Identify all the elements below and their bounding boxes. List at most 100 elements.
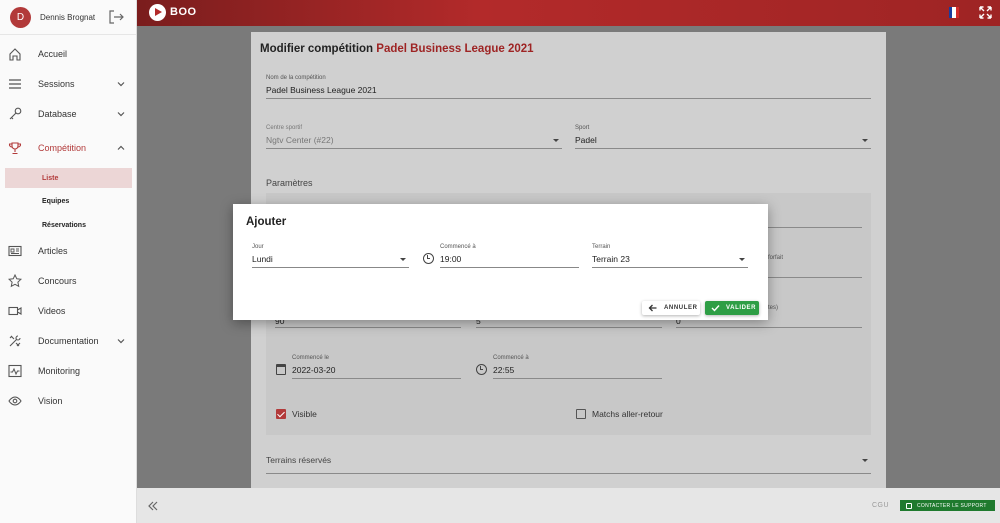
- calendar-icon: [276, 364, 286, 375]
- tools-icon: [9, 335, 21, 347]
- center-label: Centre sportif: [266, 125, 303, 131]
- logout-icon[interactable]: [108, 10, 124, 24]
- user-name: Dennis Brognat: [40, 12, 96, 22]
- validate-button-label: VALIDER: [726, 305, 757, 311]
- app-logo[interactable]: [149, 4, 166, 21]
- matchs-aller-retour-label: Matchs aller-retour: [592, 409, 663, 419]
- support-button[interactable]: CONTACTER LE SUPPORT: [900, 500, 995, 511]
- chevron-down-icon: [117, 112, 125, 117]
- competition-name-underline: [266, 98, 871, 99]
- time-label: Commencé à: [440, 244, 476, 250]
- add-dialog: Ajouter Jour Lundi Commencé à 19:00 Terr…: [233, 204, 768, 320]
- reserved-fields-underline: [266, 473, 871, 474]
- star-icon: [8, 274, 22, 288]
- chevron-down-icon: [862, 459, 868, 462]
- sidebar-item-monitoring[interactable]: Monitoring: [0, 359, 136, 383]
- reserved-fields-select[interactable]: Terrains réservés: [266, 455, 331, 465]
- sidebar-item-label: Vision: [38, 396, 63, 406]
- clock-icon: [423, 253, 434, 264]
- monitoring-icon: [8, 364, 22, 378]
- cancel-button-label: ANNULER: [664, 305, 698, 311]
- forfait-underline: [768, 277, 862, 278]
- chevron-up-icon: [117, 145, 125, 150]
- sidebar-item-sessions[interactable]: Sessions: [0, 72, 136, 96]
- menu-icon: [9, 79, 21, 89]
- time-input[interactable]: 19:00: [440, 254, 461, 264]
- minutes-label: tes): [768, 305, 779, 311]
- sidebar-subitem-reservations[interactable]: Réservations: [5, 215, 132, 235]
- page-title: Modifier compétition Padel Business Leag…: [260, 43, 534, 55]
- param-a-underline: [275, 327, 461, 328]
- flag-icon[interactable]: [949, 7, 959, 18]
- clock-icon: [476, 364, 487, 375]
- sidebar-item-articles[interactable]: Articles: [0, 239, 136, 263]
- start-time-underline: [493, 378, 662, 379]
- key-icon: [9, 107, 22, 120]
- sidebar-item-accueil[interactable]: Accueil: [0, 42, 136, 66]
- sidebar-item-competition[interactable]: Compétition: [0, 136, 136, 160]
- forfait-label: forfait: [768, 255, 784, 261]
- top-bar: BOO: [137, 0, 1000, 26]
- start-date-underline: [292, 378, 461, 379]
- home-icon: [9, 48, 21, 61]
- competition-name-input[interactable]: Padel Business League 2021: [266, 85, 377, 95]
- page-title-prefix: Modifier compétition: [260, 43, 374, 55]
- dialog-title: Ajouter: [246, 216, 287, 228]
- sidebar-item-database[interactable]: Database: [0, 102, 136, 126]
- chevron-down-icon: [117, 339, 125, 344]
- sidebar-subitem-label: Liste: [42, 174, 59, 182]
- validate-button[interactable]: VALIDER: [705, 301, 759, 315]
- trophy-icon: [8, 142, 22, 155]
- sidebar-item-label: Accueil: [38, 49, 68, 59]
- sidebar-subitem-label: Réservations: [42, 221, 86, 229]
- param-underline: [768, 227, 862, 228]
- sidebar-item-label: Videos: [38, 306, 66, 316]
- sidebar-item-label: Database: [38, 109, 77, 119]
- start-date-input[interactable]: 2022-03-20: [292, 365, 335, 375]
- double-chevron-left-icon[interactable]: [148, 501, 158, 511]
- visible-checkbox[interactable]: [276, 409, 286, 419]
- sidebar-item-label: Documentation: [38, 336, 99, 346]
- params-title: Paramètres: [266, 178, 313, 188]
- sidebar-subitem-equipes[interactable]: Equipes: [5, 191, 132, 211]
- param-b-underline: [476, 327, 662, 328]
- sidebar-item-concours[interactable]: Concours: [0, 269, 136, 293]
- sport-underline: [575, 148, 871, 149]
- sidebar: D Dennis Brognat Accueil Sessions Databa…: [0, 0, 137, 523]
- center-select[interactable]: Ngtv Center (#22): [266, 135, 334, 145]
- time-underline: [440, 267, 579, 268]
- sport-label: Sport: [575, 125, 590, 131]
- sport-select[interactable]: Padel: [575, 135, 597, 145]
- day-select[interactable]: Lundi: [252, 254, 273, 264]
- field-label: Terrain: [592, 244, 611, 250]
- chevron-down-icon: [400, 258, 406, 261]
- chevron-down-icon: [739, 258, 745, 261]
- center-underline: [266, 148, 562, 149]
- field-select[interactable]: Terrain 23: [592, 254, 630, 264]
- sidebar-item-videos[interactable]: Videos: [0, 299, 136, 323]
- cgu-link[interactable]: CGU: [872, 502, 889, 509]
- footer: CGU CONTACTER LE SUPPORT: [137, 488, 1000, 523]
- fullscreen-icon[interactable]: [979, 6, 992, 19]
- chevron-down-icon: [117, 82, 125, 87]
- day-underline: [252, 267, 409, 268]
- start-time-input[interactable]: 22:55: [493, 365, 514, 375]
- sidebar-subitem-label: Equipes: [42, 197, 70, 205]
- start-time-label: Commencé à: [493, 355, 529, 361]
- avatar[interactable]: D: [10, 6, 31, 28]
- chevron-down-icon: [553, 139, 559, 142]
- field-underline: [592, 267, 748, 268]
- support-button-label: CONTACTER LE SUPPORT: [917, 502, 987, 509]
- matchs-aller-retour-checkbox[interactable]: [576, 409, 586, 419]
- cancel-button[interactable]: ANNULER: [642, 301, 700, 315]
- sidebar-item-label: Compétition: [38, 143, 87, 153]
- sidebar-item-vision[interactable]: Vision: [0, 389, 136, 413]
- newspaper-icon: [8, 245, 22, 257]
- start-date-label: Commencé le: [292, 355, 330, 361]
- competition-name-label: Nom de la compétition: [266, 75, 326, 81]
- chevron-down-icon: [862, 139, 868, 142]
- sidebar-subitem-liste[interactable]: Liste: [5, 168, 132, 188]
- sidebar-item-label: Sessions: [38, 79, 75, 89]
- sidebar-item-documentation[interactable]: Documentation: [0, 329, 136, 353]
- visible-label: Visible: [292, 409, 317, 419]
